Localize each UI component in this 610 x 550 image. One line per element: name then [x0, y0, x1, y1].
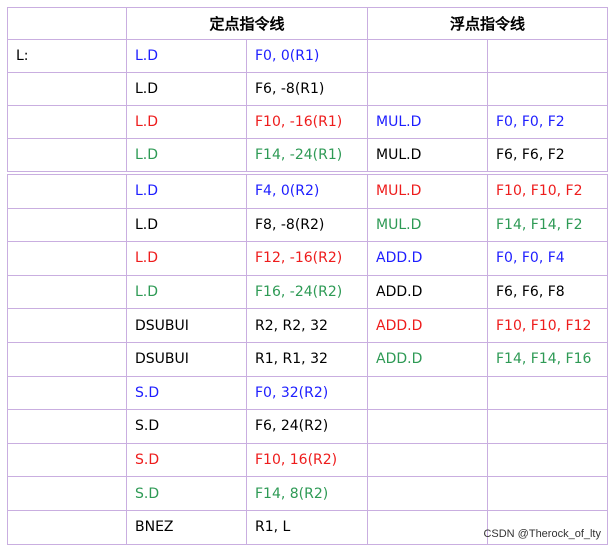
fixed-op-cell: BNEZ [126, 509, 247, 545]
fixed-op-cell: L.D [126, 274, 247, 310]
float-op-cell: MUL.D [367, 138, 488, 172]
float-op-cell [367, 476, 488, 511]
instruction-row: DSUBUI R1, R1, 32 ADD.D F14, F14, F16 [7, 341, 608, 377]
label-cell [7, 105, 127, 139]
label-cell [7, 476, 127, 511]
fixed-operands-cell: F0, 32(R2) [246, 375, 368, 411]
fixed-operands-cell: R1, L [246, 509, 368, 545]
instruction-row: L: L.D F0, 0(R1) [7, 39, 608, 73]
fixed-op-cell: S.D [126, 409, 247, 444]
label-cell [7, 509, 127, 545]
float-op-cell [367, 442, 488, 478]
label-cell: L: [7, 39, 127, 73]
fixed-operands-cell: R2, R2, 32 [246, 308, 368, 343]
label-cell [7, 274, 127, 310]
fixed-op-cell: L.D [126, 39, 247, 73]
instruction-row: S.D F6, 24(R2) [7, 409, 608, 444]
header-row: 定点指令线 浮点指令线 [7, 7, 608, 40]
header-blank-cell [7, 7, 127, 40]
fixed-operands-cell: F12, -16(R2) [246, 241, 368, 276]
label-cell [7, 138, 127, 172]
label-cell [7, 241, 127, 276]
float-operands-cell [487, 476, 608, 511]
fixed-op-cell: DSUBUI [126, 341, 247, 377]
pipeline-table-top: 定点指令线 浮点指令线 L: L.D F0, 0(R1) L.D F6, -8(R1) L… [7, 7, 608, 172]
fixed-op-cell: L.D [126, 174, 247, 209]
fixed-op-cell: DSUBUI [126, 308, 247, 343]
instruction-row: S.D F10, 16(R2) [7, 442, 608, 478]
fixed-op-cell: S.D [126, 476, 247, 511]
float-operands-cell: F6, F6, F8 [487, 274, 608, 310]
label-cell [7, 375, 127, 411]
label-cell [7, 341, 127, 377]
floating-point-pipeline-header: 浮点指令线 [367, 7, 608, 40]
fixed-operands-cell: F0, 0(R1) [246, 39, 368, 73]
float-operands-cell [487, 39, 608, 73]
float-op-cell: MUL.D [367, 207, 488, 243]
fixed-operands-cell: F10, 16(R2) [246, 442, 368, 478]
fixed-op-cell: L.D [126, 138, 247, 172]
fixed-operands-cell: F4, 0(R2) [246, 174, 368, 209]
float-operands-cell: F10, F10, F12 [487, 308, 608, 343]
instruction-row: L.D F8, -8(R2) MUL.D F14, F14, F2 [7, 207, 608, 243]
float-op-cell: ADD.D [367, 274, 488, 310]
fixed-operands-cell: R1, R1, 32 [246, 341, 368, 377]
instruction-row: L.D F4, 0(R2) MUL.D F10, F10, F2 [7, 174, 608, 209]
float-operands-cell: F14, F14, F2 [487, 207, 608, 243]
label-cell [7, 308, 127, 343]
watermark: CSDN @Therock_of_lty [483, 528, 601, 540]
instruction-row: L.D F16, -24(R2) ADD.D F6, F6, F8 [7, 274, 608, 310]
label-cell [7, 442, 127, 478]
instruction-row: S.D F0, 32(R2) [7, 375, 608, 411]
float-op-cell: ADD.D [367, 308, 488, 343]
fixed-operands-cell: F8, -8(R2) [246, 207, 368, 243]
instruction-row: S.D F14, 8(R2) [7, 476, 608, 511]
float-op-cell [367, 39, 488, 73]
float-op-cell: MUL.D [367, 174, 488, 209]
fixed-operands-cell: F10, -16(R1) [246, 105, 368, 139]
fixed-op-cell: L.D [126, 207, 247, 243]
float-op-cell [367, 509, 488, 545]
label-cell [7, 72, 127, 106]
float-op-cell: MUL.D [367, 105, 488, 139]
fixed-op-cell: L.D [126, 105, 247, 139]
float-operands-cell [487, 442, 608, 478]
float-operands-cell: F0, F0, F4 [487, 241, 608, 276]
fixed-operands-cell: F6, 24(R2) [246, 409, 368, 444]
label-cell [7, 174, 127, 209]
float-op-cell [367, 72, 488, 106]
fixed-op-cell: L.D [126, 241, 247, 276]
pipeline-table-bottom: L.D F4, 0(R2) MUL.D F10, F10, F2 L.D F8, -8(R… [7, 174, 608, 545]
float-operands-cell [487, 375, 608, 411]
instruction-row: L.D F14, -24(R1) MUL.D F6, F6, F2 [7, 138, 608, 172]
float-op-cell [367, 375, 488, 411]
float-operands-cell: F0, F0, F2 [487, 105, 608, 139]
fixed-op-cell: S.D [126, 442, 247, 478]
float-operands-cell: F6, F6, F2 [487, 138, 608, 172]
label-cell [7, 207, 127, 243]
fixed-op-cell: S.D [126, 375, 247, 411]
fixed-op-cell: L.D [126, 72, 247, 106]
float-op-cell: ADD.D [367, 241, 488, 276]
float-operands-cell: F10, F10, F2 [487, 174, 608, 209]
fixed-operands-cell: F6, -8(R1) [246, 72, 368, 106]
float-operands-cell: F14, F14, F16 [487, 341, 608, 377]
float-operands-cell [487, 72, 608, 106]
label-cell [7, 409, 127, 444]
float-op-cell: ADD.D [367, 341, 488, 377]
float-op-cell [367, 409, 488, 444]
fixed-point-pipeline-header: 定点指令线 [126, 7, 368, 40]
instruction-row: L.D F10, -16(R1) MUL.D F0, F0, F2 [7, 105, 608, 139]
fixed-operands-cell: F14, -24(R1) [246, 138, 368, 172]
instruction-row: L.D F12, -16(R2) ADD.D F0, F0, F4 [7, 241, 608, 276]
instruction-row: L.D F6, -8(R1) [7, 72, 608, 106]
fixed-operands-cell: F16, -24(R2) [246, 274, 368, 310]
float-operands-cell [487, 409, 608, 444]
fixed-operands-cell: F14, 8(R2) [246, 476, 368, 511]
instruction-row: DSUBUI R2, R2, 32 ADD.D F10, F10, F12 [7, 308, 608, 343]
